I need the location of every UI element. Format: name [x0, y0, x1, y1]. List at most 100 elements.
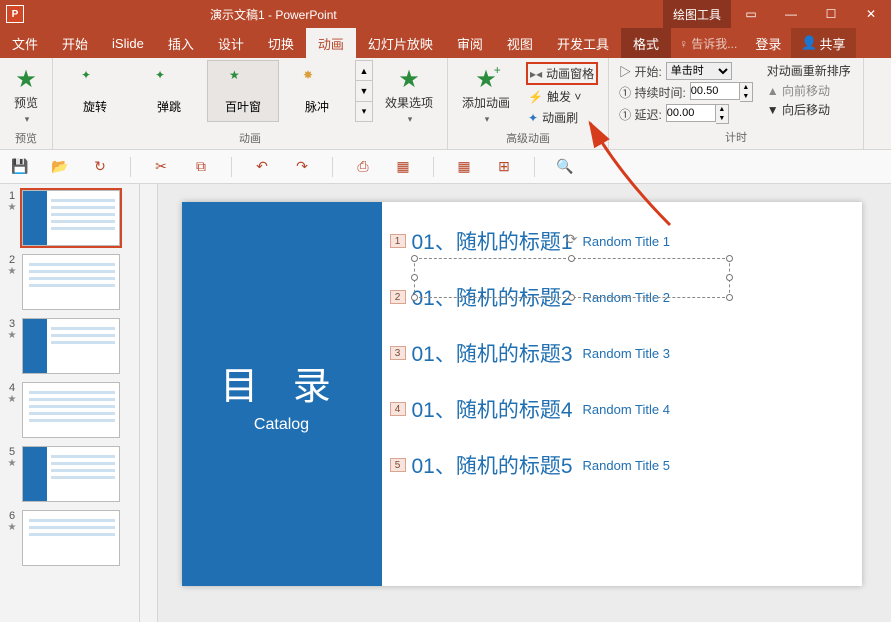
- tab-format[interactable]: 格式: [621, 28, 671, 58]
- preview-button[interactable]: ★ 预览: [6, 60, 46, 130]
- tab-insert[interactable]: 插入: [156, 28, 206, 58]
- save-icon[interactable]: 💾: [10, 157, 30, 177]
- tab-developer[interactable]: 开发工具: [545, 28, 621, 58]
- tab-file[interactable]: 文件: [0, 28, 50, 58]
- animation-gallery: ✦旋转 ✦弹跳 ★百叶窗 ✸脉冲 ▲ ▼ ▾: [59, 60, 373, 122]
- chevron-down-icon: [23, 111, 30, 125]
- refresh-icon[interactable]: ↻: [90, 157, 110, 177]
- tab-review[interactable]: 审阅: [445, 28, 495, 58]
- ribbon-options-icon[interactable]: ▭: [731, 0, 771, 28]
- move-earlier-button[interactable]: ▲ 向前移动: [767, 81, 851, 100]
- resize-handle[interactable]: [568, 255, 575, 262]
- rotate-handle-icon[interactable]: ⟳: [566, 231, 578, 248]
- login-button[interactable]: 登录: [745, 28, 791, 58]
- list-item[interactable]: 5 01、随机的标题5 Random Title 5: [412, 450, 832, 480]
- anim-tag: 3: [390, 346, 406, 360]
- thumbnail-3[interactable]: 3★: [4, 318, 135, 374]
- preview-icon[interactable]: ▦: [393, 157, 413, 177]
- copy-icon[interactable]: ⧉: [191, 157, 211, 177]
- thumbnail-5[interactable]: 5★: [4, 446, 135, 502]
- thumbnail-2[interactable]: 2★: [4, 254, 135, 310]
- timing-controls: ▷ 开始: 单击时 ① 持续时间: ▲▼ ① 延迟: ▲▼: [615, 60, 757, 126]
- preview-label: 预览: [14, 94, 38, 111]
- list-item[interactable]: 4 01、随机的标题4 Random Title 4: [412, 394, 832, 424]
- delay-spinner[interactable]: ▲▼: [666, 104, 729, 124]
- tab-islide[interactable]: iSlide: [100, 28, 156, 58]
- animation-pane-button[interactable]: ▸◂动画窗格: [526, 62, 598, 85]
- blinds-icon: ★: [229, 68, 257, 96]
- anim-tag: 4: [390, 402, 406, 416]
- zoom-icon[interactable]: 🔍: [555, 157, 575, 177]
- close-button[interactable]: ✕: [851, 0, 891, 28]
- animation-painter-button[interactable]: ✦动画刷: [526, 108, 598, 127]
- grid-icon[interactable]: ⊞: [494, 157, 514, 177]
- item-cn: 01、随机的标题5: [412, 450, 573, 480]
- anim-star-icon: ★: [4, 202, 20, 213]
- undo-icon[interactable]: ↶: [252, 157, 272, 177]
- print-icon[interactable]: ⎙: [353, 157, 373, 177]
- start-select[interactable]: 单击时: [666, 62, 732, 80]
- open-icon[interactable]: 📂: [50, 157, 70, 177]
- resize-handle[interactable]: [411, 255, 418, 262]
- add-animation-label: 添加动画: [462, 94, 510, 111]
- resize-handle[interactable]: [568, 294, 575, 301]
- redo-icon[interactable]: ↷: [292, 157, 312, 177]
- duration-spinner[interactable]: ▲▼: [690, 82, 753, 102]
- list-item[interactable]: 3 01、随机的标题3 Random Title 3: [412, 338, 832, 368]
- thumb-number: 1: [4, 190, 20, 202]
- tab-slideshow[interactable]: 幻灯片放映: [356, 28, 445, 58]
- group-label-preview: 预览: [15, 130, 37, 148]
- catalog-title-en: Catalog: [254, 416, 309, 434]
- duration-input[interactable]: [690, 82, 740, 100]
- bounce-icon: ✦: [155, 68, 183, 96]
- gallery-up[interactable]: ▲: [356, 61, 372, 81]
- anim-blinds[interactable]: ★百叶窗: [207, 60, 279, 122]
- tab-view[interactable]: 视图: [495, 28, 545, 58]
- anim-tag: 1: [390, 234, 406, 248]
- anim-star-icon: ★: [4, 458, 20, 469]
- maximize-button[interactable]: ☐: [811, 0, 851, 28]
- spin-up[interactable]: ▲: [716, 105, 728, 114]
- thumbnail-6[interactable]: 6★: [4, 510, 135, 566]
- add-animation-button[interactable]: ★+ 添加动画: [454, 60, 518, 130]
- effect-options-icon: ★: [398, 65, 420, 94]
- share-button[interactable]: 👤共享: [791, 28, 855, 58]
- list-item[interactable]: 1 01、随机的标题1 Random Title 1: [412, 226, 832, 256]
- minimize-button[interactable]: —: [771, 0, 811, 28]
- resize-handle[interactable]: [726, 274, 733, 281]
- thumbnail-1[interactable]: 1★: [4, 190, 135, 246]
- spin-up[interactable]: ▲: [740, 83, 752, 92]
- thumb-number: 4: [4, 382, 20, 394]
- spin-down[interactable]: ▼: [716, 114, 728, 123]
- tab-design[interactable]: 设计: [206, 28, 256, 58]
- effect-options-button[interactable]: ★ 效果选项: [377, 60, 441, 130]
- trigger-label: 触发 ˅: [547, 88, 581, 105]
- resize-handle[interactable]: [411, 274, 418, 281]
- gallery-down[interactable]: ▼: [356, 81, 372, 101]
- anim-bounce[interactable]: ✦弹跳: [133, 60, 205, 122]
- anim-star-icon: ★: [4, 522, 20, 533]
- thumbnail-4[interactable]: 4★: [4, 382, 135, 438]
- gallery-nav: ▲ ▼ ▾: [355, 60, 373, 122]
- tab-animations[interactable]: 动画: [306, 28, 356, 58]
- anim-spin[interactable]: ✦旋转: [59, 60, 131, 122]
- delay-label: ① 延迟:: [619, 106, 662, 123]
- gallery-more[interactable]: ▾: [356, 102, 372, 121]
- selection-box[interactable]: ⟳: [414, 258, 730, 298]
- tab-home[interactable]: 开始: [50, 28, 100, 58]
- slide-canvas[interactable]: 目 录 Catalog 1 01、随机的标题1 Random Title 1 2…: [182, 202, 862, 586]
- anim-pulse[interactable]: ✸脉冲: [281, 60, 353, 122]
- tell-me[interactable]: ♀ 告诉我...: [671, 28, 745, 58]
- tab-transitions[interactable]: 切换: [256, 28, 306, 58]
- delay-input[interactable]: [666, 104, 716, 122]
- spin-down[interactable]: ▼: [740, 92, 752, 101]
- resize-handle[interactable]: [726, 255, 733, 262]
- trigger-button[interactable]: ⚡触发 ˅: [526, 87, 598, 106]
- catalog-title-cn: 目 录: [220, 355, 343, 410]
- table-icon[interactable]: ▦: [454, 157, 474, 177]
- resize-handle[interactable]: [411, 294, 418, 301]
- resize-handle[interactable]: [726, 294, 733, 301]
- item-en: Random Title 3: [583, 346, 670, 361]
- cut-icon[interactable]: ✂: [151, 157, 171, 177]
- move-later-button[interactable]: ▼ 向后移动: [767, 100, 851, 119]
